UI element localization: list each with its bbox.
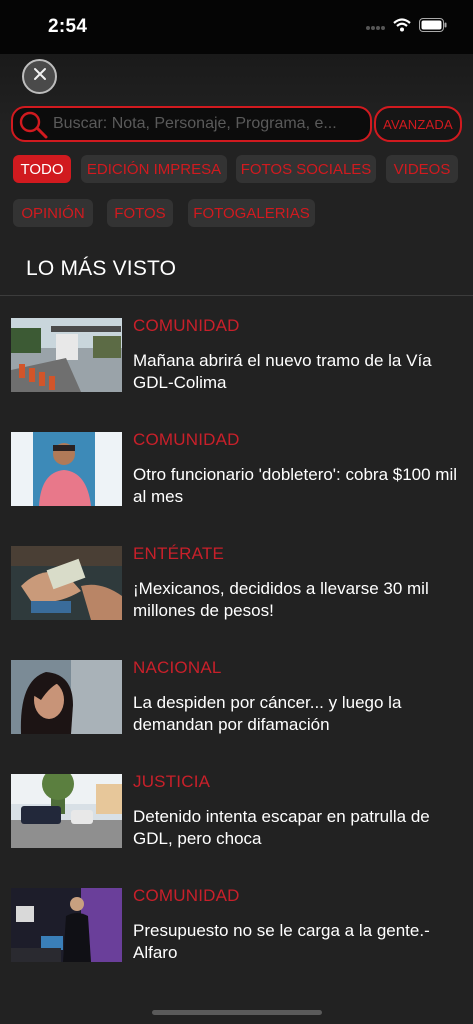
- search-icon: [15, 110, 49, 145]
- close-button[interactable]: [22, 59, 57, 94]
- filter-chip-videos[interactable]: VIDEOS: [386, 155, 458, 183]
- article-category: COMUNIDAD: [133, 886, 240, 905]
- search-box[interactable]: [11, 106, 372, 142]
- home-indicator[interactable]: [152, 1010, 322, 1015]
- status-icons: [365, 18, 447, 37]
- article-thumbnail: [11, 774, 122, 848]
- filter-chip-todo[interactable]: TODO: [13, 155, 71, 183]
- article-category: NACIONAL: [133, 658, 222, 677]
- wifi-icon: [393, 18, 411, 37]
- article-item[interactable]: JUSTICIA Detenido intenta escapar en pat…: [0, 772, 473, 872]
- article-item[interactable]: ENTÉRATE ¡Mexicanos, decididos a llevars…: [0, 544, 473, 644]
- status-bar: 2:54: [0, 0, 473, 54]
- filter-chip-fotos-sociales[interactable]: FOTOS SOCIALES: [236, 155, 376, 183]
- status-time: 2:54: [48, 16, 88, 37]
- article-thumbnail: [11, 660, 122, 734]
- article-headline[interactable]: Mañana abrirá el nuevo tramo de la Vía G…: [133, 350, 463, 394]
- article-item[interactable]: COMUNIDAD Otro funcionario 'dobletero': …: [0, 430, 473, 530]
- article-category: JUSTICIA: [133, 772, 211, 791]
- signal-icon: [365, 19, 385, 37]
- article-item[interactable]: NACIONAL La despiden por cáncer... y lue…: [0, 658, 473, 758]
- article-headline[interactable]: ¡Mexicanos, decididos a llevarse 30 mil …: [133, 578, 463, 622]
- filter-chip-fotos[interactable]: FOTOS: [107, 199, 173, 227]
- search-input[interactable]: [53, 112, 363, 136]
- divider: [0, 295, 473, 296]
- article-thumbnail: [11, 432, 122, 506]
- article-category: ENTÉRATE: [133, 544, 225, 563]
- article-category: COMUNIDAD: [133, 316, 240, 335]
- filter-chip-edicion-impresa[interactable]: EDICIÓN IMPRESA: [81, 155, 227, 183]
- advanced-search-button[interactable]: AVANZADA: [374, 106, 462, 142]
- battery-icon: [419, 18, 447, 37]
- article-item[interactable]: COMUNIDAD Mañana abrirá el nuevo tramo d…: [0, 316, 473, 416]
- filter-chip-fotogalerias[interactable]: FOTOGALERIAS: [188, 199, 315, 227]
- article-headline[interactable]: Otro funcionario 'dobletero': cobra $100…: [133, 464, 463, 508]
- article-headline[interactable]: Presupuesto no se le carga a la gente.- …: [133, 920, 463, 964]
- article-category: COMUNIDAD: [133, 430, 240, 449]
- article-thumbnail: [11, 318, 122, 392]
- close-icon: [32, 66, 48, 87]
- article-headline[interactable]: La despiden por cáncer... y luego la dem…: [133, 692, 463, 736]
- article-thumbnail: [11, 546, 122, 620]
- filter-chip-opinion[interactable]: OPINIÓN: [13, 199, 93, 227]
- article-item[interactable]: COMUNIDAD Presupuesto no se le carga a l…: [0, 886, 473, 986]
- article-thumbnail: [11, 888, 122, 962]
- section-title: LO MÁS VISTO: [26, 257, 177, 280]
- article-headline[interactable]: Detenido intenta escapar en patrulla de …: [133, 806, 463, 850]
